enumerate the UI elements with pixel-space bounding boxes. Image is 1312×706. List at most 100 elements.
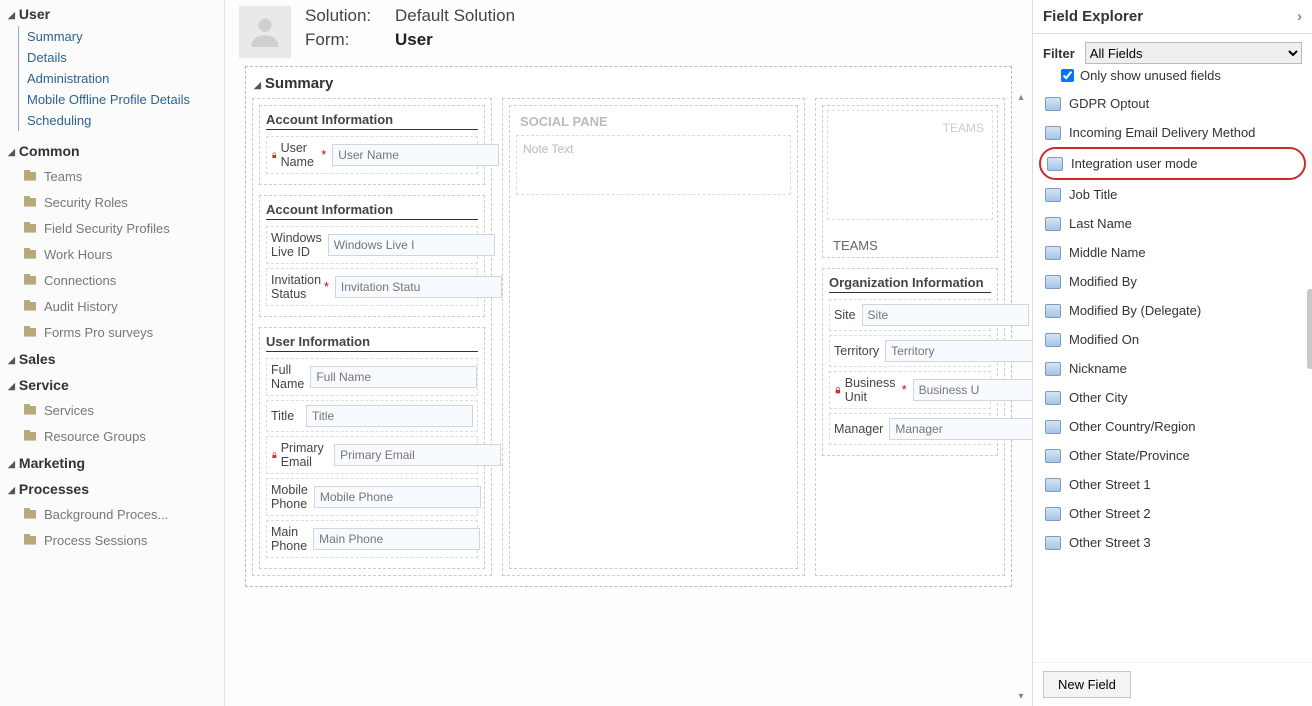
new-field-button[interactable]: New Field bbox=[1043, 671, 1131, 698]
field-item-modified-by-delegate-[interactable]: Modified By (Delegate) bbox=[1039, 296, 1306, 325]
field-user-name[interactable]: User Name* bbox=[266, 136, 478, 174]
nav-group-marketing[interactable]: Marketing bbox=[0, 449, 224, 475]
nav-item-label: Process Sessions bbox=[44, 533, 147, 548]
tree-link-administration[interactable]: Administration bbox=[19, 68, 224, 89]
nav-item-icon bbox=[22, 532, 38, 548]
lock-icon bbox=[271, 450, 278, 461]
field-label: Windows Live ID bbox=[271, 231, 322, 259]
nav-item-teams[interactable]: Teams bbox=[0, 163, 224, 189]
field-main-phone[interactable]: Main Phone bbox=[266, 520, 478, 558]
field-title[interactable]: Title bbox=[266, 400, 478, 432]
note-text-placeholder[interactable]: Note Text bbox=[516, 135, 791, 195]
field-label: Business Unit bbox=[845, 376, 899, 404]
field-item-modified-by[interactable]: Modified By bbox=[1039, 267, 1306, 296]
teams-subgrid[interactable]: TEAMS bbox=[827, 110, 993, 220]
main-phone-input[interactable] bbox=[313, 528, 480, 550]
tree-link-mobile-offline-profile-details[interactable]: Mobile Offline Profile Details bbox=[19, 89, 224, 110]
filter-select[interactable]: All Fields bbox=[1085, 42, 1302, 64]
field-full-name[interactable]: Full Name bbox=[266, 358, 478, 396]
form-tab-tree: SummaryDetailsAdministrationMobile Offli… bbox=[18, 26, 224, 131]
manager-input[interactable] bbox=[889, 418, 1032, 440]
explorer-title: Field Explorer bbox=[1043, 8, 1143, 25]
field-primary-email[interactable]: Primary Email bbox=[266, 436, 478, 474]
tab-summary[interactable]: Summary Account Information User Name* bbox=[245, 66, 1012, 587]
nav-group-processes[interactable]: Processes bbox=[0, 475, 224, 501]
nav-item-field-security-profiles[interactable]: Field Security Profiles bbox=[0, 215, 224, 241]
nav-group-sales[interactable]: Sales bbox=[0, 345, 224, 371]
nav-item-services[interactable]: Services bbox=[0, 397, 224, 423]
field-item-modified-on[interactable]: Modified On bbox=[1039, 325, 1306, 354]
field-icon bbox=[1045, 420, 1061, 434]
title-input[interactable] bbox=[306, 405, 473, 427]
field-item-incoming-email-delivery-method[interactable]: Incoming Email Delivery Method bbox=[1039, 118, 1306, 147]
field-manager[interactable]: Manager bbox=[829, 413, 991, 445]
mobile-phone-input[interactable] bbox=[314, 486, 481, 508]
territory-input[interactable] bbox=[885, 340, 1032, 362]
field-item-other-street-[interactable]: Other Street 1 bbox=[1039, 470, 1306, 499]
site-input[interactable] bbox=[862, 304, 1029, 326]
field-icon bbox=[1045, 217, 1061, 231]
nav-item-forms-pro-surveys[interactable]: Forms Pro surveys bbox=[0, 319, 224, 345]
field-item-last-name[interactable]: Last Name bbox=[1039, 209, 1306, 238]
field-item-other-city[interactable]: Other City bbox=[1039, 383, 1306, 412]
nav-item-process-sessions[interactable]: Process Sessions bbox=[0, 527, 224, 553]
field-label: Title bbox=[271, 409, 300, 423]
field-item-nickname[interactable]: Nickname bbox=[1039, 354, 1306, 383]
scroll-up-icon[interactable]: ▴ bbox=[1018, 92, 1023, 103]
tab-summary-title: Summary bbox=[252, 71, 1005, 98]
field-label: Mobile Phone bbox=[271, 483, 308, 511]
section-org-info[interactable]: Organization Information Site Territory bbox=[822, 268, 998, 456]
field-invitation-status[interactable]: Invitation Status* bbox=[266, 268, 478, 306]
nav-item-audit-history[interactable]: Audit History bbox=[0, 293, 224, 319]
nav-item-work-hours[interactable]: Work Hours bbox=[0, 241, 224, 267]
field-item-label: Integration user mode bbox=[1071, 156, 1197, 171]
entity-header[interactable]: User bbox=[0, 0, 224, 26]
field-label: Full Name bbox=[271, 363, 304, 391]
windows-live-input[interactable] bbox=[328, 234, 495, 256]
nav-item-label: Security Roles bbox=[44, 195, 128, 210]
section-social-pane[interactable]: SOCIAL PANE Note Text bbox=[509, 105, 798, 569]
nav-item-connections[interactable]: Connections bbox=[0, 267, 224, 293]
explorer-collapse-icon[interactable]: › bbox=[1297, 8, 1302, 25]
field-windows-live-id[interactable]: Windows Live ID bbox=[266, 226, 478, 264]
explorer-scrollbar[interactable] bbox=[1307, 289, 1312, 369]
tree-link-summary[interactable]: Summary bbox=[19, 26, 224, 47]
full-name-input[interactable] bbox=[310, 366, 477, 388]
field-mobile-phone[interactable]: Mobile Phone bbox=[266, 478, 478, 516]
nav-group-service[interactable]: Service bbox=[0, 371, 224, 397]
field-icon bbox=[1045, 97, 1061, 111]
section-account-info-1[interactable]: Account Information User Name* bbox=[259, 105, 485, 185]
field-item-other-street-[interactable]: Other Street 3 bbox=[1039, 528, 1306, 557]
form-canvas: Solution:Default Solution Form:User Summ… bbox=[225, 0, 1032, 706]
field-item-gdpr-optout[interactable]: GDPR Optout bbox=[1039, 89, 1306, 118]
nav-item-security-roles[interactable]: Security Roles bbox=[0, 189, 224, 215]
canvas-scrollbar[interactable]: ▴ ▾ bbox=[1014, 92, 1028, 702]
field-item-job-title[interactable]: Job Title bbox=[1039, 180, 1306, 209]
nav-item-resource-groups[interactable]: Resource Groups bbox=[0, 423, 224, 449]
nav-group-common[interactable]: Common bbox=[0, 137, 224, 163]
field-site[interactable]: Site bbox=[829, 299, 991, 331]
field-item-middle-name[interactable]: Middle Name bbox=[1039, 238, 1306, 267]
invitation-status-input[interactable] bbox=[335, 276, 502, 298]
field-icon bbox=[1045, 246, 1061, 260]
field-icon bbox=[1045, 333, 1061, 347]
field-explorer: Field Explorer › Filter All Fields Only … bbox=[1032, 0, 1312, 706]
section-user-info[interactable]: User Information Full Name Title bbox=[259, 327, 485, 569]
field-item-other-country-region[interactable]: Other Country/Region bbox=[1039, 412, 1306, 441]
tree-link-scheduling[interactable]: Scheduling bbox=[19, 110, 224, 131]
section-teams[interactable]: TEAMS TEAMS bbox=[822, 105, 998, 258]
section-account-info-2[interactable]: Account Information Windows Live ID Invi… bbox=[259, 195, 485, 317]
primary-email-input[interactable] bbox=[334, 444, 501, 466]
tree-link-details[interactable]: Details bbox=[19, 47, 224, 68]
scroll-down-icon[interactable]: ▾ bbox=[1018, 691, 1023, 702]
field-territory[interactable]: Territory bbox=[829, 335, 991, 367]
field-item-other-street-[interactable]: Other Street 2 bbox=[1039, 499, 1306, 528]
field-item-other-state-province[interactable]: Other State/Province bbox=[1039, 441, 1306, 470]
nav-item-background-proces-[interactable]: Background Proces... bbox=[0, 501, 224, 527]
column-1: Account Information User Name* Account I… bbox=[252, 98, 492, 576]
field-business-unit[interactable]: Business Unit* bbox=[829, 371, 991, 409]
user-name-input[interactable] bbox=[332, 144, 499, 166]
only-unused-checkbox[interactable] bbox=[1061, 69, 1074, 82]
field-item-integration-user-mode[interactable]: Integration user mode bbox=[1039, 147, 1306, 180]
field-icon bbox=[1045, 536, 1061, 550]
